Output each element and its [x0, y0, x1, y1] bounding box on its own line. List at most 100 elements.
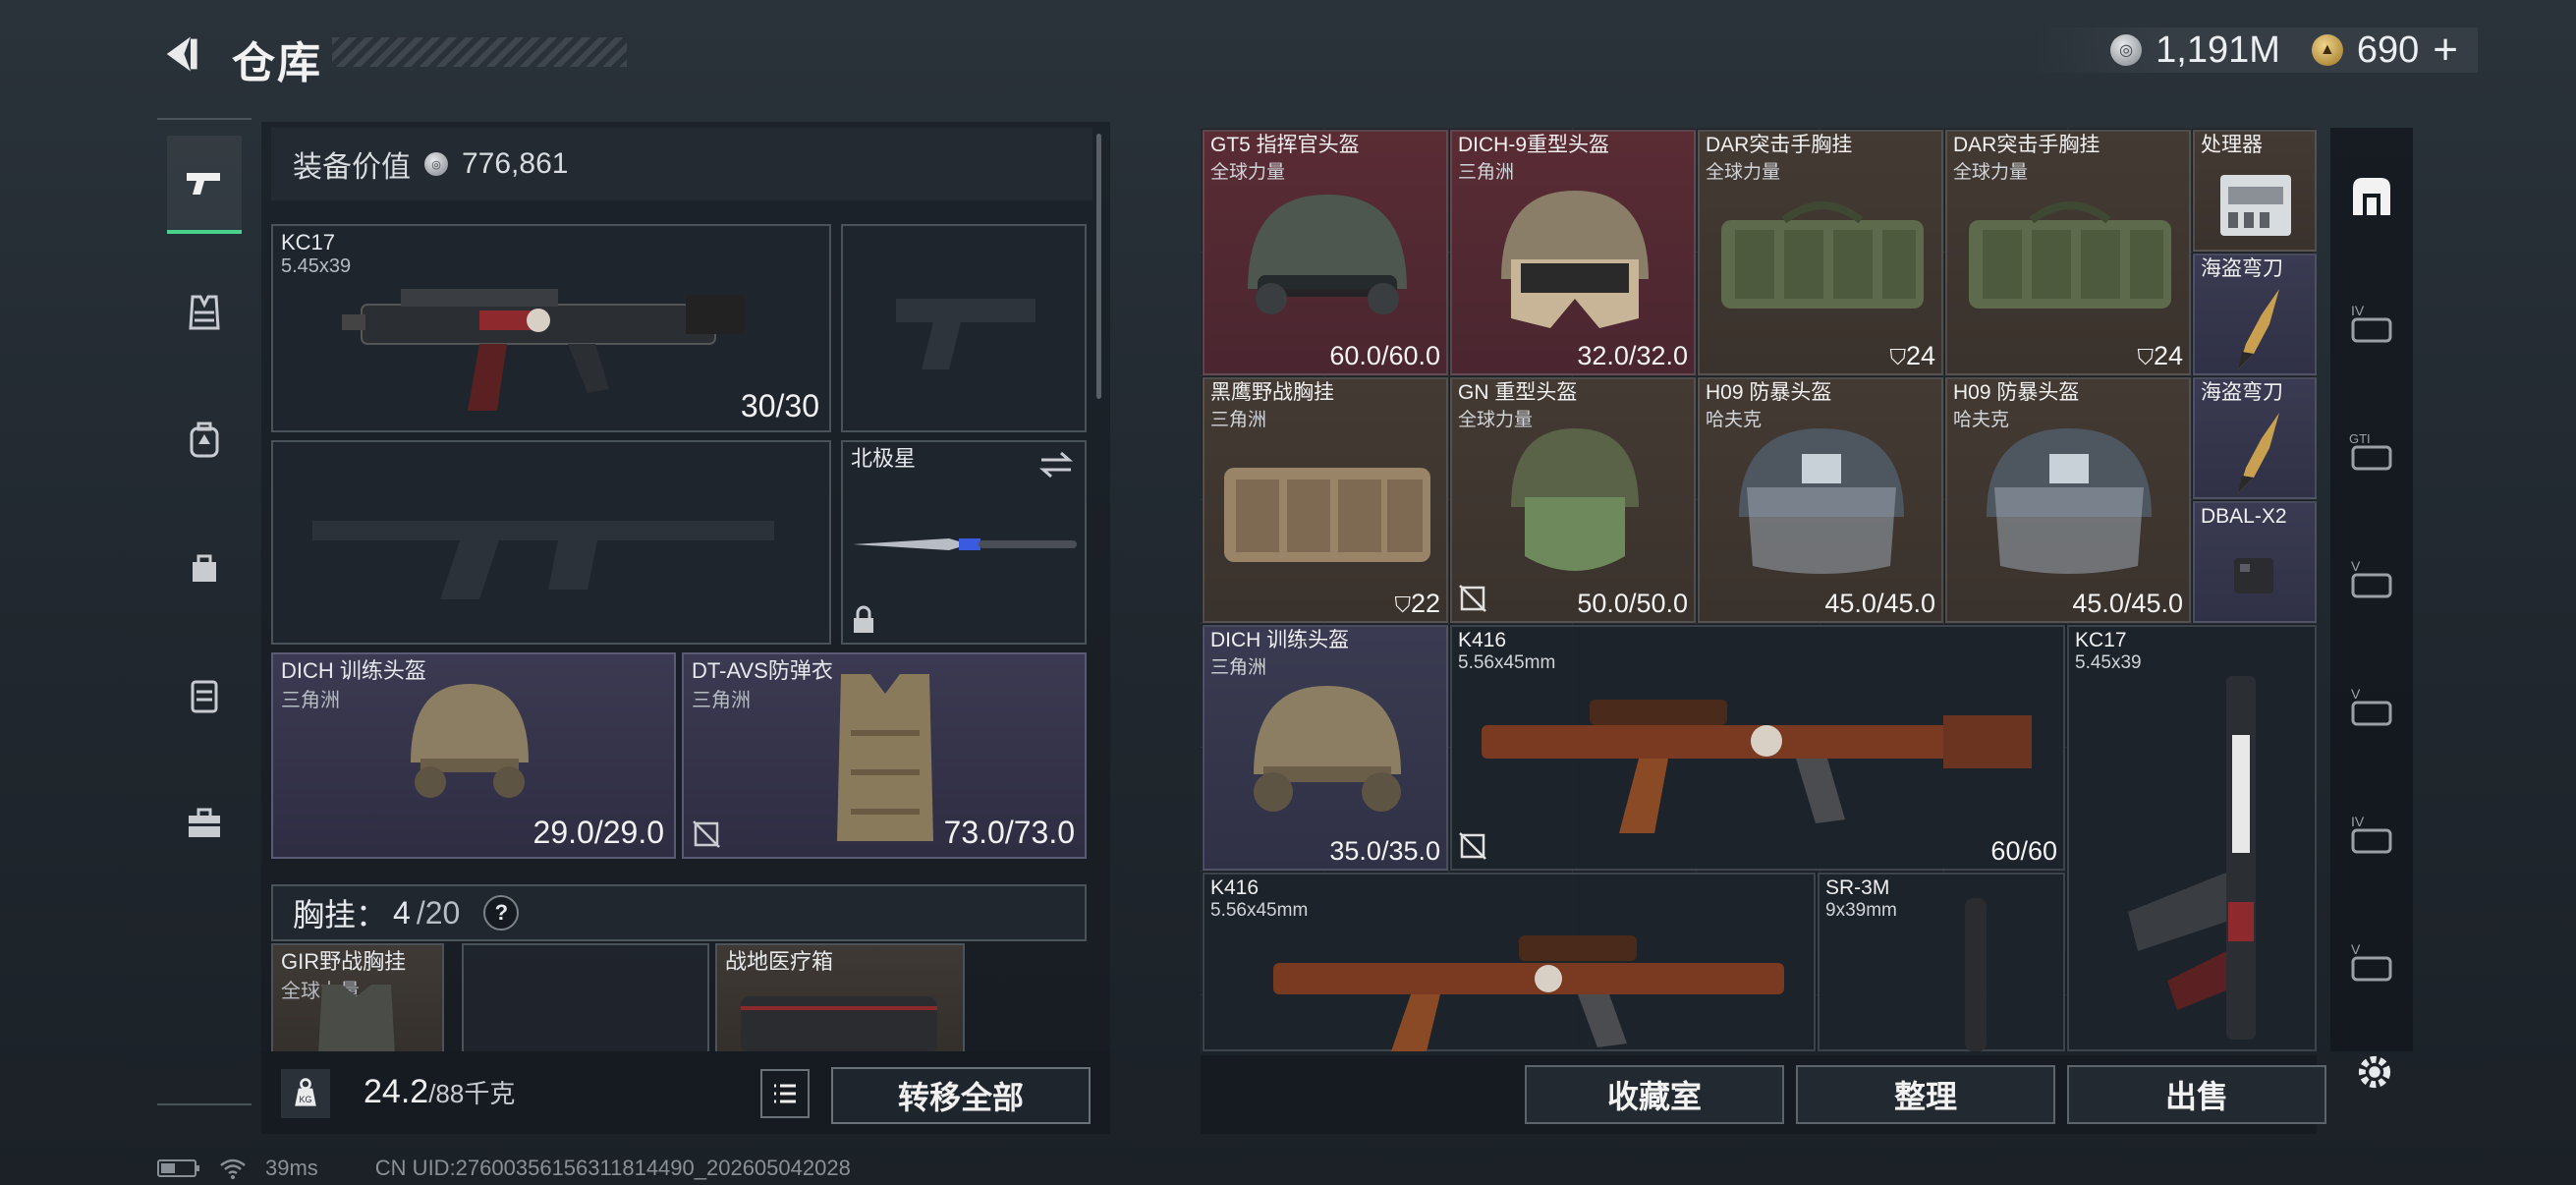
- equipment-value-bar: 装备价值 ◎ 776,861: [271, 128, 1092, 200]
- backpack-icon: [190, 422, 219, 458]
- pouch-icon: [193, 554, 216, 582]
- svg-text:V: V: [2351, 558, 2361, 574]
- level-iv-icon: IV: [2351, 814, 2392, 854]
- filter-iv-2[interactable]: IV: [2340, 786, 2403, 884]
- helmet-icon: [1248, 195, 1407, 314]
- nav-toolbox[interactable]: [167, 774, 242, 873]
- nav-safebox[interactable]: [167, 647, 242, 745]
- item-name: GN 重型头盔: [1458, 381, 1578, 404]
- nav-chest-rig[interactable]: [167, 263, 242, 362]
- back-button[interactable]: [155, 29, 204, 79]
- weight-current: 24.2: [364, 1073, 429, 1110]
- warehouse-item[interactable]: SR-3M 9x39mm: [1818, 873, 2065, 1051]
- ammo-count: 60/60: [1990, 836, 2057, 866]
- item-source: 三角洲: [1210, 657, 1267, 678]
- warehouse-filter-nav: IV GTI V V IV V: [2330, 128, 2413, 1051]
- add-currency-button[interactable]: +: [2433, 28, 2458, 72]
- warehouse-item[interactable]: DAR突击手胸挂 全球力量 ⛉24: [1945, 130, 2191, 375]
- svg-text:KG: KG: [299, 1095, 311, 1104]
- chest-rig-capacity: 胸挂： 4 /20 ?: [271, 884, 1087, 941]
- nav-backpack[interactable]: [167, 391, 242, 489]
- weight-max: /88千克: [428, 1079, 516, 1108]
- chest-item-slot[interactable]: GIR野战胸挂 全球力量: [271, 943, 444, 1055]
- item-source: 5.56x45mm: [1210, 900, 1309, 921]
- processor-icon: [2220, 175, 2291, 236]
- warehouse-item[interactable]: K416 5.56x45mm: [1203, 873, 1816, 1051]
- nav-pouch[interactable]: [167, 519, 242, 617]
- rifle-icon: [1273, 935, 1784, 1051]
- item-name: DBAL-X2: [2201, 505, 2287, 528]
- helmet-slot[interactable]: DICH 训练头盔 三角洲 29.0/29.0: [271, 652, 676, 859]
- warehouse-item[interactable]: 处理器: [2193, 130, 2317, 252]
- page-title: 仓库: [232, 39, 322, 87]
- settings-button[interactable]: [2350, 1047, 2399, 1097]
- item-source: 全球力量: [1210, 162, 1286, 183]
- filter-all[interactable]: [2340, 147, 2403, 246]
- filter-v-3[interactable]: V: [2340, 914, 2403, 1012]
- svg-text:GTI: GTI: [2349, 431, 2371, 446]
- pistol-slot[interactable]: [841, 224, 1087, 432]
- item-name: K416: [1458, 629, 1507, 651]
- durability: 73.0/73.0: [943, 815, 1075, 850]
- warehouse-item[interactable]: 海盗弯刀: [2193, 254, 2317, 375]
- currency-display: ◎ 1,191M ▲ 690 +: [2032, 28, 2478, 73]
- warehouse-item[interactable]: 海盗弯刀: [2193, 377, 2317, 499]
- filter-helmet-iv[interactable]: IV: [2340, 275, 2403, 373]
- chest-rig-count: 4: [393, 894, 411, 931]
- durability: 45.0/45.0: [1824, 589, 1935, 618]
- item-source: 5.56x45mm: [1458, 652, 1556, 673]
- helmet-icon: [1254, 686, 1401, 812]
- vest-icon: [837, 674, 933, 841]
- chest-item-slot-empty[interactable]: [462, 943, 709, 1055]
- capacity: ⛉24: [2137, 341, 2183, 371]
- swap-icon[interactable]: [1037, 450, 1075, 480]
- melee-slot[interactable]: 北极星: [841, 440, 1087, 645]
- svg-text:V: V: [2351, 941, 2361, 957]
- gold-coin-icon: ▲: [2311, 34, 2343, 66]
- collection-room-button[interactable]: 收藏室: [1525, 1065, 1784, 1124]
- durability: 32.0/32.0: [1577, 341, 1688, 370]
- warehouse-item[interactable]: DICH 训练头盔 三角洲 35.0/35.0: [1203, 625, 1448, 871]
- sell-button[interactable]: 出售: [2067, 1065, 2326, 1124]
- warehouse-item[interactable]: K416 5.56x45mm 60/60: [1450, 625, 2065, 871]
- knife-icon: [853, 538, 1077, 550]
- durability: 60.0/60.0: [1329, 341, 1440, 370]
- item-name: KC17: [281, 230, 336, 254]
- loadout-scrollbar[interactable]: [1096, 134, 1101, 399]
- warehouse-item[interactable]: GN 重型头盔 全球力量 50.0/50.0: [1450, 377, 1696, 623]
- silver-coin-icon: ◎: [2110, 34, 2143, 66]
- capacity: ⛉22: [1394, 589, 1440, 619]
- back-arrow-icon: [166, 36, 197, 72]
- help-button[interactable]: ?: [483, 895, 520, 931]
- weight-display: 24.2/88千克: [364, 1073, 515, 1111]
- list-view-button[interactable]: [760, 1069, 810, 1118]
- primary-weapon-slot[interactable]: KC17 5.45x39 30/30: [271, 224, 831, 432]
- helmet-icon: [411, 684, 529, 798]
- warehouse-item[interactable]: KC17 5.45x39: [2067, 625, 2317, 1051]
- transfer-all-button[interactable]: 转移全部: [831, 1067, 1091, 1124]
- battery-icon: [157, 1159, 199, 1177]
- secondary-weapon-slot[interactable]: [271, 440, 831, 645]
- warehouse-item[interactable]: DAR突击手胸挂 全球力量 ⛉24: [1698, 130, 1943, 375]
- filter-armor-gti[interactable]: GTI: [2340, 403, 2403, 501]
- filter-v-2[interactable]: V: [2340, 658, 2403, 757]
- nav-weapons[interactable]: [167, 136, 242, 234]
- loadout-bottom-bar: KG 24.2/88千克 转移全部: [261, 1051, 1110, 1134]
- filter-v-1[interactable]: V: [2340, 531, 2403, 629]
- capacity-value: 24: [1905, 341, 1935, 370]
- level-v-icon: V: [2351, 941, 2392, 982]
- warehouse-item[interactable]: H09 防暴头盔 哈夫克 45.0/45.0: [1698, 377, 1943, 623]
- warehouse-item[interactable]: H09 防暴头盔 哈夫克 45.0/45.0: [1945, 377, 2191, 623]
- item-name: DICH-9重型头盔: [1458, 134, 1610, 156]
- item-name: H09 防暴头盔: [1706, 381, 1832, 404]
- warehouse-item[interactable]: 黑鹰野战胸挂 三角洲 ⛉22: [1203, 377, 1448, 623]
- sort-button[interactable]: 整理: [1796, 1065, 2055, 1124]
- chest-item-slot[interactable]: 战地医疗箱: [715, 943, 965, 1055]
- warehouse-item[interactable]: GT5 指挥官头盔 全球力量 60.0/60.0: [1203, 130, 1448, 375]
- chest-rig-capacity: /20: [416, 894, 461, 931]
- smg-icon: [2128, 676, 2256, 1040]
- warehouse-item[interactable]: DICH-9重型头盔 三角洲 32.0/32.0: [1450, 130, 1696, 375]
- warehouse-item[interactable]: DBAL-X2: [2193, 501, 2317, 623]
- smg-icon: [342, 289, 745, 411]
- armor-slot[interactable]: DT-AVS防弹衣 三角洲 73.0/73.0: [682, 652, 1087, 859]
